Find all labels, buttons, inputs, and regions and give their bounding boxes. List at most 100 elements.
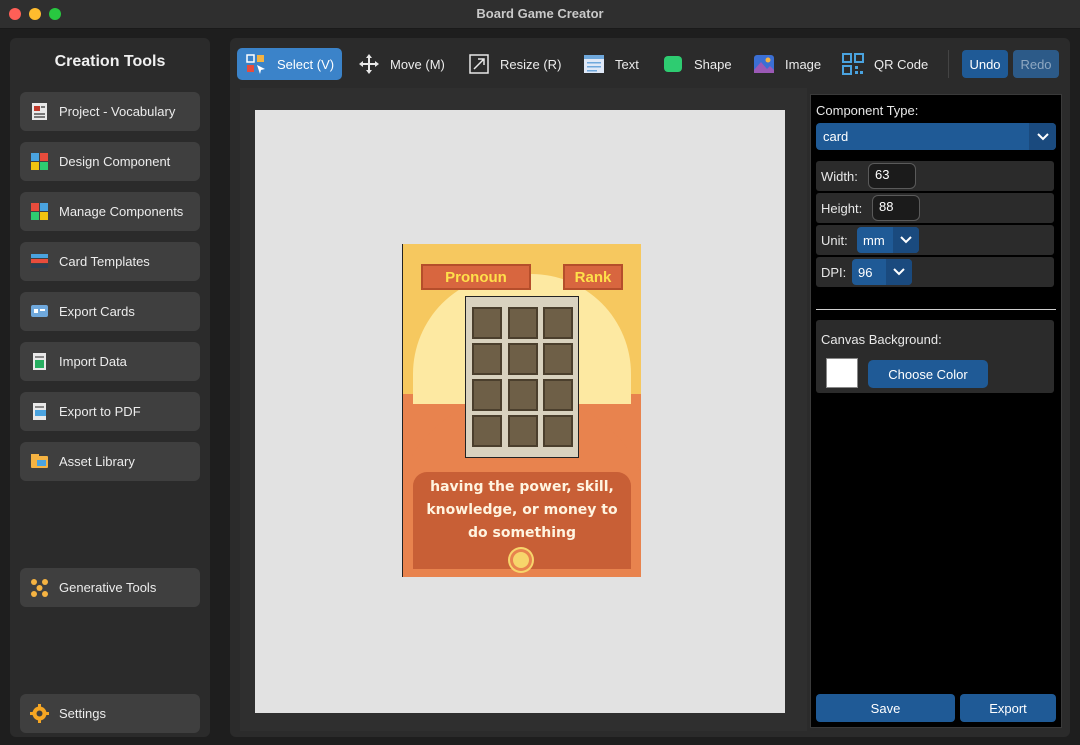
resize-tool-icon xyxy=(468,53,490,75)
sidebar-item-label: Card Templates xyxy=(59,254,150,269)
canvas-container: Pronoun Rank having the power, skill, kn… xyxy=(240,88,807,731)
text-tool-button[interactable]: Text xyxy=(575,48,647,80)
text-tool-label: Text xyxy=(615,56,639,72)
image-tool-label: Image xyxy=(785,56,822,72)
qr-code-tool-label: QR Code xyxy=(874,56,929,72)
component-type-label: Component Type: xyxy=(816,103,919,118)
card-pronoun-banner[interactable]: Pronoun xyxy=(421,264,531,290)
component-type-select[interactable]: card xyxy=(816,123,1056,150)
card-text-line: having the power, skill, xyxy=(430,479,614,495)
width-input[interactable]: 63 xyxy=(868,163,916,189)
sidebar-item-export-pdf[interactable]: Export to PDF xyxy=(20,392,200,431)
save-button[interactable]: Save xyxy=(816,694,955,722)
card-preview[interactable]: Pronoun Rank having the power, skill, kn… xyxy=(402,244,641,577)
sidebar-item-project[interactable]: Project - Vocabulary xyxy=(20,92,200,131)
select-tool-label: Select (V) xyxy=(277,56,335,72)
sidebar-item-label: Project - Vocabulary xyxy=(59,104,176,119)
door-illustration xyxy=(508,307,538,339)
title-bar: Board Game Creator xyxy=(0,0,1080,29)
width-label: Width: xyxy=(821,169,858,184)
sidebar-item-import-data[interactable]: Import Data xyxy=(20,342,200,381)
chevron-down-icon xyxy=(893,227,919,253)
sidebar-title: Creation Tools xyxy=(54,53,166,70)
properties-panel: Component Type: card Width: 63 Height: 8… xyxy=(810,94,1062,728)
sidebar-item-design-component[interactable]: Design Component xyxy=(20,142,200,181)
sidebar-item-label: Asset Library xyxy=(59,454,135,469)
door-illustration xyxy=(472,343,502,375)
divider xyxy=(816,309,1056,310)
qr-code-icon xyxy=(842,53,864,75)
unit-select[interactable]: mm xyxy=(857,227,919,253)
door-illustration xyxy=(543,343,573,375)
unit-value: mm xyxy=(863,232,885,248)
manage-components-icon xyxy=(30,202,49,221)
sidebar-item-card-templates[interactable]: Card Templates xyxy=(20,242,200,281)
import-data-icon xyxy=(30,352,49,371)
door-illustration xyxy=(472,379,502,411)
dpi-row: DPI: 96 xyxy=(816,257,1054,287)
select-tool-button[interactable]: Select (V) xyxy=(237,48,343,80)
window-title: Board Game Creator xyxy=(476,6,604,21)
redo-button[interactable]: Redo xyxy=(1013,50,1059,78)
toolbar-divider xyxy=(948,50,949,78)
sidebar-item-label: Design Component xyxy=(59,154,171,169)
height-row: Height: 88 xyxy=(816,193,1054,223)
height-label: Height: xyxy=(821,201,863,216)
qr-code-tool-button[interactable]: QR Code xyxy=(834,48,936,80)
design-canvas[interactable]: Pronoun Rank having the power, skill, kn… xyxy=(255,110,785,713)
choose-color-button[interactable]: Choose Color xyxy=(868,360,988,388)
image-tool-button[interactable]: Image xyxy=(745,48,829,80)
height-input[interactable]: 88 xyxy=(872,195,920,221)
asset-library-icon xyxy=(30,452,49,471)
card-definition-text[interactable]: having the power, skill, knowledge, or m… xyxy=(423,476,621,545)
resize-tool-button[interactable]: Resize (R) xyxy=(460,48,569,80)
canvas-background-swatch[interactable] xyxy=(826,358,858,388)
export-pdf-icon xyxy=(30,402,49,421)
sidebar-item-asset-library[interactable]: Asset Library xyxy=(20,442,200,481)
shape-tool-button[interactable]: Shape xyxy=(654,48,740,80)
door-illustration xyxy=(508,415,538,447)
generative-tools-icon xyxy=(30,578,49,597)
door-illustration xyxy=(543,415,573,447)
card-rank-banner[interactable]: Rank xyxy=(563,264,623,290)
dpi-select[interactable]: 96 xyxy=(852,259,912,285)
unit-row: Unit: mm xyxy=(816,225,1054,255)
card-image[interactable] xyxy=(465,296,579,458)
export-button[interactable]: Export xyxy=(960,694,1056,722)
shape-tool-icon xyxy=(662,53,684,75)
text-tool-icon xyxy=(583,53,605,75)
canvas-background-section: Canvas Background: Choose Color xyxy=(816,320,1054,393)
door-illustration xyxy=(472,307,502,339)
main-area: Select (V) Move (M) Resize (R) Text Shap… xyxy=(230,38,1070,737)
shape-tool-label: Shape xyxy=(694,56,732,72)
sidebar-item-settings[interactable]: Settings xyxy=(20,694,200,733)
dpi-label: DPI: xyxy=(821,265,847,280)
dpi-value: 96 xyxy=(858,264,873,280)
sun-icon xyxy=(513,552,529,568)
door-illustration xyxy=(508,379,538,411)
project-icon xyxy=(30,102,49,121)
sidebar-item-export-cards[interactable]: Export Cards xyxy=(20,292,200,331)
resize-tool-label: Resize (R) xyxy=(500,56,562,72)
move-tool-button[interactable]: Move (M) xyxy=(350,48,453,80)
sidebar-item-label: Export to PDF xyxy=(59,404,141,419)
sidebar-item-label: Export Cards xyxy=(59,304,135,319)
unit-label: Unit: xyxy=(821,233,848,248)
sidebar-item-label: Settings xyxy=(59,706,106,721)
chevron-down-icon xyxy=(1029,123,1056,150)
move-tool-label: Move (M) xyxy=(390,56,445,72)
card-text-line: knowledge, or money to xyxy=(426,502,618,518)
chevron-down-icon xyxy=(886,259,912,285)
move-tool-icon xyxy=(358,53,380,75)
image-tool-icon xyxy=(753,53,775,75)
width-row: Width: 63 xyxy=(816,161,1054,191)
undo-button[interactable]: Undo xyxy=(962,50,1008,78)
design-component-icon xyxy=(30,152,49,171)
gear-icon xyxy=(30,704,49,723)
sidebar-item-manage-components[interactable]: Manage Components xyxy=(20,192,200,231)
sidebar: Creation Tools Project - Vocabulary Desi… xyxy=(10,38,210,737)
sidebar-item-generative-tools[interactable]: Generative Tools xyxy=(20,568,200,607)
door-illustration xyxy=(472,415,502,447)
select-tool-icon xyxy=(245,53,267,75)
door-illustration xyxy=(508,343,538,375)
